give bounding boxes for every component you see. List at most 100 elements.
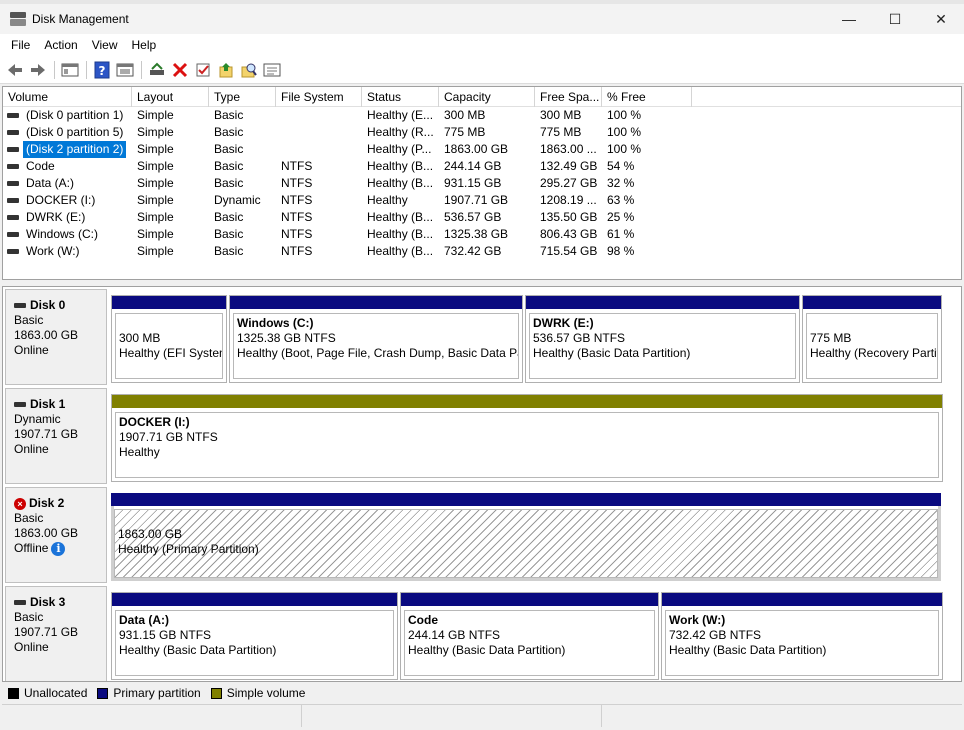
volume-icon (7, 164, 19, 169)
partition-title (118, 512, 937, 527)
disk-1-row: Disk 1 Dynamic 1907.71 GB Online DOCKER … (5, 388, 945, 484)
partition-work-w[interactable]: Work (W:) 732.42 GB NTFS Healthy (Basic … (661, 592, 943, 680)
info-icon[interactable]: i (51, 541, 66, 556)
disk-0-kind: Basic (14, 313, 44, 327)
volume-layout-cell: Simple (137, 210, 174, 224)
disk-1-name: Disk 1 (30, 397, 66, 411)
menu-file[interactable]: File (4, 36, 37, 54)
volume-fs-cell: NTFS (281, 176, 313, 190)
volume-name: Work (W:) (26, 244, 80, 258)
partition-docker-i[interactable]: DOCKER (I:) 1907.71 GB NTFS Healthy (111, 394, 943, 482)
delete-icon[interactable] (169, 59, 191, 81)
volume-layout-cell: Simple (137, 176, 174, 190)
disk-1-size: 1907.71 GB (14, 427, 79, 441)
partition-body: Code 244.14 GB NTFS Healthy (Basic Data … (404, 610, 655, 676)
disk-0-info[interactable]: Disk 0 Basic 1863.00 GB Online (5, 289, 107, 385)
volume-status-cell: Healthy (R... (367, 125, 434, 139)
volume-type-cell: Basic (214, 108, 244, 122)
partition-body: 1863.00 GB Healthy (Primary Partition) (114, 509, 938, 578)
forward-arrow-icon[interactable] (27, 59, 49, 81)
partition-title: Windows (C:) (237, 316, 314, 330)
volume-type-cell: Basic (214, 176, 244, 190)
disk-2-state: Offline (14, 541, 49, 555)
volume-list-header: Volume Layout Type File System Status Ca… (3, 87, 961, 107)
column-header-type[interactable]: Type (209, 87, 276, 107)
status-cell (2, 705, 302, 727)
primary-partition-bar (230, 296, 522, 309)
disk-3-info[interactable]: Disk 3 Basic 1907.71 GB Online (5, 586, 107, 681)
volume-row[interactable]: DOCKER (I:) Simple Dynamic NTFS Healthy 1907.… (3, 192, 961, 209)
column-header-percent-free[interactable]: % Free (602, 87, 692, 107)
menu-action[interactable]: Action (37, 36, 84, 54)
partition-data-a[interactable]: Data (A:) 931.15 GB NTFS Healthy (Basic … (111, 592, 398, 680)
volume-pct-cell: 61 % (607, 227, 635, 241)
volume-row[interactable]: DWRK (E:) Simple Basic NTFS Healthy (B... 536… (3, 209, 961, 226)
column-header-volume[interactable]: Volume (3, 87, 132, 107)
partition-size: 775 MB (810, 331, 852, 345)
partition-windows-c[interactable]: Windows (C:) 1325.38 GB NTFS Healthy (Bo… (229, 295, 523, 383)
column-header-free-space[interactable]: Free Spa... (535, 87, 602, 107)
volume-name: (Disk 0 partition 5) (26, 125, 124, 139)
menu-help[interactable]: Help (125, 36, 164, 54)
volume-fs-cell: NTFS (281, 193, 313, 207)
volume-row[interactable]: Data (A:) Simple Basic NTFS Healthy (B... 931… (3, 175, 961, 192)
volume-type-cell: Basic (214, 125, 244, 139)
back-arrow-icon[interactable] (4, 59, 26, 81)
volume-free-cell: 135.50 GB (540, 210, 598, 224)
properties-list-icon[interactable] (261, 59, 283, 81)
partition-size: 244.14 GB NTFS (408, 628, 501, 642)
volume-row[interactable]: (Disk 0 partition 5) Simple Basic Healthy (… (3, 124, 961, 141)
volume-status-cell: Healthy (B... (367, 159, 434, 173)
partition-status: Healthy (Primary Partition) (118, 542, 259, 556)
column-header-capacity[interactable]: Capacity (439, 87, 535, 107)
volume-row[interactable]: Code Simple Basic NTFS Healthy (B... 244.14 G… (3, 158, 961, 175)
partition-disk0-efi[interactable]: 300 MB Healthy (EFI System (111, 295, 227, 383)
partition-disk2-primary[interactable]: 1863.00 GB Healthy (Primary Partition) (111, 493, 941, 581)
close-button[interactable]: ✕ (918, 4, 964, 34)
partition-dwrk-e[interactable]: DWRK (E:) 536.57 GB NTFS Healthy (Basic … (525, 295, 800, 383)
volume-type-cell: Dynamic (214, 193, 261, 207)
disk-3-size: 1907.71 GB (14, 625, 79, 639)
rescan-icon[interactable] (146, 59, 168, 81)
minimize-button[interactable]: — (826, 4, 872, 34)
volume-name-cell: DOCKER (I:) (3, 192, 132, 209)
volume-row[interactable]: Windows (C:) Simple Basic NTFS Healthy (B...… (3, 226, 961, 243)
simple-volume-bar (112, 395, 942, 408)
column-header-file-system[interactable]: File System (276, 87, 362, 107)
legend-label-primary: Primary partition (113, 686, 201, 700)
disk-2-name: Disk 2 (29, 496, 65, 510)
volume-row[interactable]: (Disk 2 partition 2) Simple Basic Healthy (… (3, 141, 961, 158)
explore-icon[interactable] (238, 59, 260, 81)
partition-title: Data (A:) (119, 613, 169, 627)
primary-partition-bar (112, 296, 226, 309)
properties-icon[interactable] (114, 59, 136, 81)
toolbar-separator (86, 60, 87, 79)
volume-icon (7, 249, 19, 254)
console-tree-icon[interactable] (59, 59, 81, 81)
menu-view[interactable]: View (85, 36, 125, 54)
volume-capacity-cell: 1863.00 GB (444, 142, 509, 156)
volume-row[interactable]: Work (W:) Simple Basic NTFS Healthy (B... 732… (3, 243, 961, 260)
volume-type-cell: Basic (214, 210, 244, 224)
partition-disk0-recovery[interactable]: 775 MB Healthy (Recovery Partiti (802, 295, 942, 383)
disk-1-kind: Dynamic (14, 412, 61, 426)
disk-1-info[interactable]: Disk 1 Dynamic 1907.71 GB Online (5, 388, 107, 484)
column-header-layout[interactable]: Layout (132, 87, 209, 107)
disk-icon (14, 600, 26, 605)
volume-layout-cell: Simple (137, 125, 174, 139)
column-header-status[interactable]: Status (362, 87, 439, 107)
open-icon[interactable] (215, 59, 237, 81)
volume-row[interactable]: (Disk 0 partition 1) Simple Basic Healthy (… (3, 107, 961, 124)
volume-type-cell: Basic (214, 142, 244, 156)
volume-capacity-cell: 300 MB (444, 108, 486, 122)
toolbar-separator (54, 60, 55, 79)
help-icon[interactable]: ? (91, 59, 113, 81)
partition-size: 300 MB (119, 331, 161, 345)
partition-body: Data (A:) 931.15 GB NTFS Healthy (Basic … (115, 610, 394, 676)
volume-layout-cell: Simple (137, 159, 174, 173)
volume-name: DOCKER (I:) (26, 193, 96, 207)
maximize-button[interactable]: ☐ (872, 4, 918, 34)
partition-code[interactable]: Code 244.14 GB NTFS Healthy (Basic Data … (400, 592, 659, 680)
check-icon[interactable] (192, 59, 214, 81)
disk-2-info[interactable]: × Disk 2 Basic 1863.00 GB Offline i (5, 487, 107, 583)
